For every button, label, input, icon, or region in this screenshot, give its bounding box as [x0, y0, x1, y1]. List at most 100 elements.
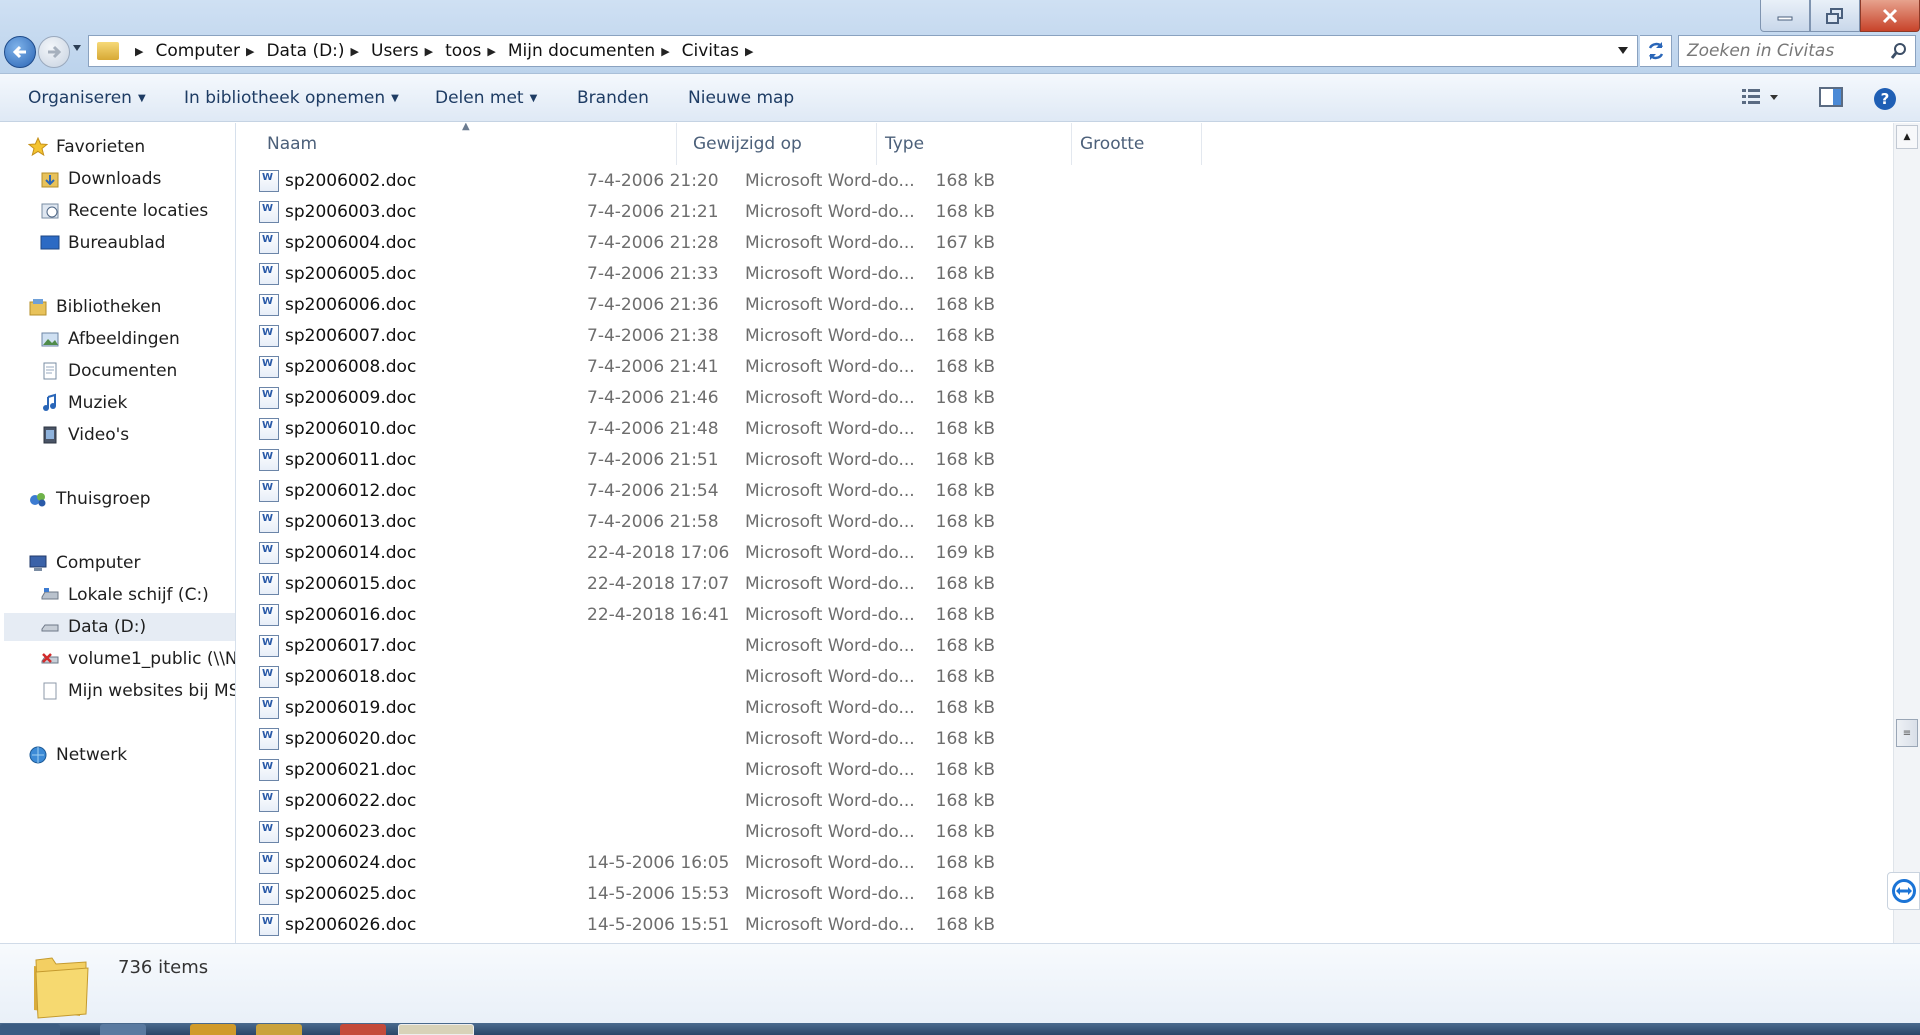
chevron-right-icon[interactable]: ▶ [246, 45, 254, 58]
sidebar-item-videos[interactable]: Video's [40, 421, 129, 449]
sidebar-item-msn-sites[interactable]: Mijn websites bij MSN [40, 677, 235, 705]
file-row[interactable]: sp2006008.doc 7-4-2006 21:41 Microsoft Wor… [259, 351, 1219, 382]
organize-menu-button[interactable]: Organiseren ▼ [28, 88, 146, 108]
sidebar-item-network-drive[interactable]: volume1_public (\\NA [40, 645, 236, 673]
chevron-right-icon[interactable]: ▶ [661, 45, 669, 58]
chevron-right-icon[interactable]: ▶ [135, 45, 143, 58]
new-folder-button[interactable]: Nieuwe map [688, 88, 794, 108]
sidebar-item-downloads[interactable]: Downloads [40, 165, 161, 193]
file-row[interactable]: sp2006026.doc 14-5-2006 15:51 Microsoft Wo… [259, 909, 1219, 940]
column-header-size[interactable]: Grootte [1072, 123, 1202, 165]
file-row[interactable]: sp2006017.doc Microsoft Word-do... 168 kB [259, 630, 1219, 661]
file-row[interactable]: sp2006014.doc 22-4-2018 17:06 Microsoft Wo… [259, 537, 1219, 568]
restore-button[interactable] [1810, 0, 1860, 32]
file-row[interactable]: sp2006019.doc Microsoft Word-do... 168 kB [259, 692, 1219, 723]
back-button[interactable] [4, 36, 36, 68]
file-row[interactable]: sp2006022.doc Microsoft Word-do... 168 kB [259, 785, 1219, 816]
sidebar-item-drive-d[interactable]: Data (D:) [4, 613, 235, 641]
file-size-cell: 168 kB [935, 325, 995, 346]
sidebar-item-favorites[interactable]: Favorieten [28, 133, 145, 161]
close-button[interactable] [1860, 0, 1920, 32]
chevron-right-icon[interactable]: ▶ [351, 45, 359, 58]
word-document-icon [259, 417, 279, 440]
file-type-cell: Microsoft Word-do... [745, 232, 915, 253]
pictures-icon [41, 332, 59, 347]
file-row[interactable]: sp2006007.doc 7-4-2006 21:38 Microsoft Wor… [259, 320, 1219, 351]
file-row[interactable]: sp2006003.doc 7-4-2006 21:21 Microsoft Wor… [259, 196, 1219, 227]
file-row[interactable]: sp2006002.doc 7-4-2006 21:20 Microsoft Wor… [259, 165, 1219, 196]
file-row[interactable]: sp2006016.doc 22-4-2018 16:41 Microsoft Wo… [259, 599, 1219, 630]
search-input[interactable]: Zoeken in Civitas [1678, 35, 1916, 67]
desktop-icon [40, 235, 60, 250]
file-row[interactable]: sp2006020.doc Microsoft Word-do... 168 kB [259, 723, 1219, 754]
word-document-icon [259, 882, 279, 905]
breadcrumb-toos[interactable]: toos [445, 41, 481, 61]
sidebar-item-label: volume1_public (\\NA [68, 649, 236, 669]
breadcrumb-mijn-documenten[interactable]: Mijn documenten [508, 41, 655, 61]
sidebar-item-computer[interactable]: Computer [28, 549, 141, 577]
file-row[interactable]: sp2006023.doc Microsoft Word-do... 168 kB [259, 816, 1219, 847]
file-row[interactable]: sp2006018.doc Microsoft Word-do... 168 kB [259, 661, 1219, 692]
file-row[interactable]: sp2006021.doc Microsoft Word-do... 168 kB [259, 754, 1219, 785]
file-row[interactable]: sp2006010.doc 7-4-2006 21:48 Microsoft Wor… [259, 413, 1219, 444]
file-name: sp2006014.doc [285, 542, 417, 563]
view-options-button[interactable] [1740, 86, 1780, 113]
sidebar-item-documents[interactable]: Documenten [40, 357, 177, 385]
column-header-modified[interactable]: Gewijzigd op [685, 123, 877, 165]
scroll-up-button[interactable]: ▲ [1896, 125, 1918, 149]
sidebar-item-recent[interactable]: Recente locaties [40, 197, 208, 225]
file-row[interactable]: sp2006006.doc 7-4-2006 21:36 Microsoft Wor… [259, 289, 1219, 320]
preview-pane-button[interactable] [1818, 86, 1844, 113]
file-row[interactable]: sp2006005.doc 7-4-2006 21:33 Microsoft Wor… [259, 258, 1219, 289]
burn-button[interactable]: Branden [577, 88, 649, 108]
file-row[interactable]: sp2006009.doc 7-4-2006 21:46 Microsoft Wor… [259, 382, 1219, 413]
file-row[interactable]: sp2006024.doc 14-5-2006 16:05 Microsoft Wo… [259, 847, 1219, 878]
address-history-dropdown-icon[interactable] [1617, 46, 1629, 55]
file-row[interactable]: sp2006025.doc 14-5-2006 15:53 Microsoft Wo… [259, 878, 1219, 909]
include-in-library-button[interactable]: In bibliotheek opnemen ▼ [184, 88, 399, 108]
column-header-name[interactable]: Naam [259, 123, 677, 165]
recent-pages-dropdown-icon[interactable] [72, 44, 82, 52]
address-bar[interactable]: ▶ Computer ▶ Data (D:) ▶ Users ▶ toos ▶ … [88, 35, 1638, 67]
file-name: sp2006019.doc [285, 697, 417, 718]
start-button[interactable] [0, 1024, 60, 1035]
file-name-cell: sp2006011.doc [259, 444, 416, 475]
forward-button[interactable] [38, 36, 70, 68]
chevron-right-icon[interactable]: ▶ [487, 45, 495, 58]
help-button[interactable]: ? [1872, 86, 1898, 117]
chevron-right-icon[interactable]: ▶ [425, 45, 433, 58]
sidebar-item-network[interactable]: Netwerk [28, 741, 127, 769]
breadcrumb-data-d[interactable]: Data (D:) [266, 41, 344, 61]
scrollbar-thumb[interactable]: ≡ [1896, 719, 1918, 747]
breadcrumb-civitas[interactable]: Civitas [682, 41, 739, 61]
sidebar-item-homegroup[interactable]: Thuisgroep [28, 485, 151, 513]
taskbar-app-folder[interactable] [256, 1024, 302, 1035]
column-header-type[interactable]: Type [877, 123, 1072, 165]
file-row[interactable]: sp2006004.doc 7-4-2006 21:28 Microsoft Wor… [259, 227, 1219, 258]
breadcrumb-computer[interactable]: Computer [155, 41, 240, 61]
sidebar-item-music[interactable]: Muziek [40, 389, 127, 417]
share-with-button[interactable]: Delen met ▼ [435, 88, 537, 108]
sidebar-item-pictures[interactable]: Afbeeldingen [40, 325, 180, 353]
word-document-icon [259, 262, 279, 285]
chevron-right-icon[interactable]: ▶ [745, 45, 753, 58]
file-type-cell: Microsoft Word-do... [745, 635, 915, 656]
minimize-button[interactable] [1760, 0, 1810, 32]
sidebar-item-libraries[interactable]: Bibliotheken [28, 293, 161, 321]
taskbar-app-chrome[interactable] [190, 1024, 236, 1035]
file-modified-cell: 22-4-2018 17:06 [587, 542, 730, 563]
file-row[interactable]: sp2006012.doc 7-4-2006 21:54 Microsoft Wor… [259, 475, 1219, 506]
file-row[interactable]: sp2006013.doc 7-4-2006 21:58 Microsoft Wor… [259, 506, 1219, 537]
sidebar-item-desktop[interactable]: Bureaublad [40, 229, 165, 257]
taskbar-app-explorer-active[interactable] [398, 1024, 474, 1035]
taskbar-app-media[interactable] [340, 1024, 386, 1035]
file-row[interactable]: sp2006011.doc 7-4-2006 21:51 Microsoft Wor… [259, 444, 1219, 475]
refresh-button[interactable] [1640, 35, 1672, 67]
breadcrumb-users[interactable]: Users [371, 41, 419, 61]
search-icon[interactable] [1883, 42, 1915, 60]
vertical-scrollbar[interactable]: ▲ ≡ [1893, 123, 1920, 943]
teamviewer-badge[interactable] [1887, 872, 1920, 910]
sidebar-item-drive-c[interactable]: Lokale schijf (C:) [40, 581, 209, 609]
taskbar-app-ie[interactable] [100, 1024, 146, 1035]
file-row[interactable]: sp2006015.doc 22-4-2018 17:07 Microsoft Wo… [259, 568, 1219, 599]
